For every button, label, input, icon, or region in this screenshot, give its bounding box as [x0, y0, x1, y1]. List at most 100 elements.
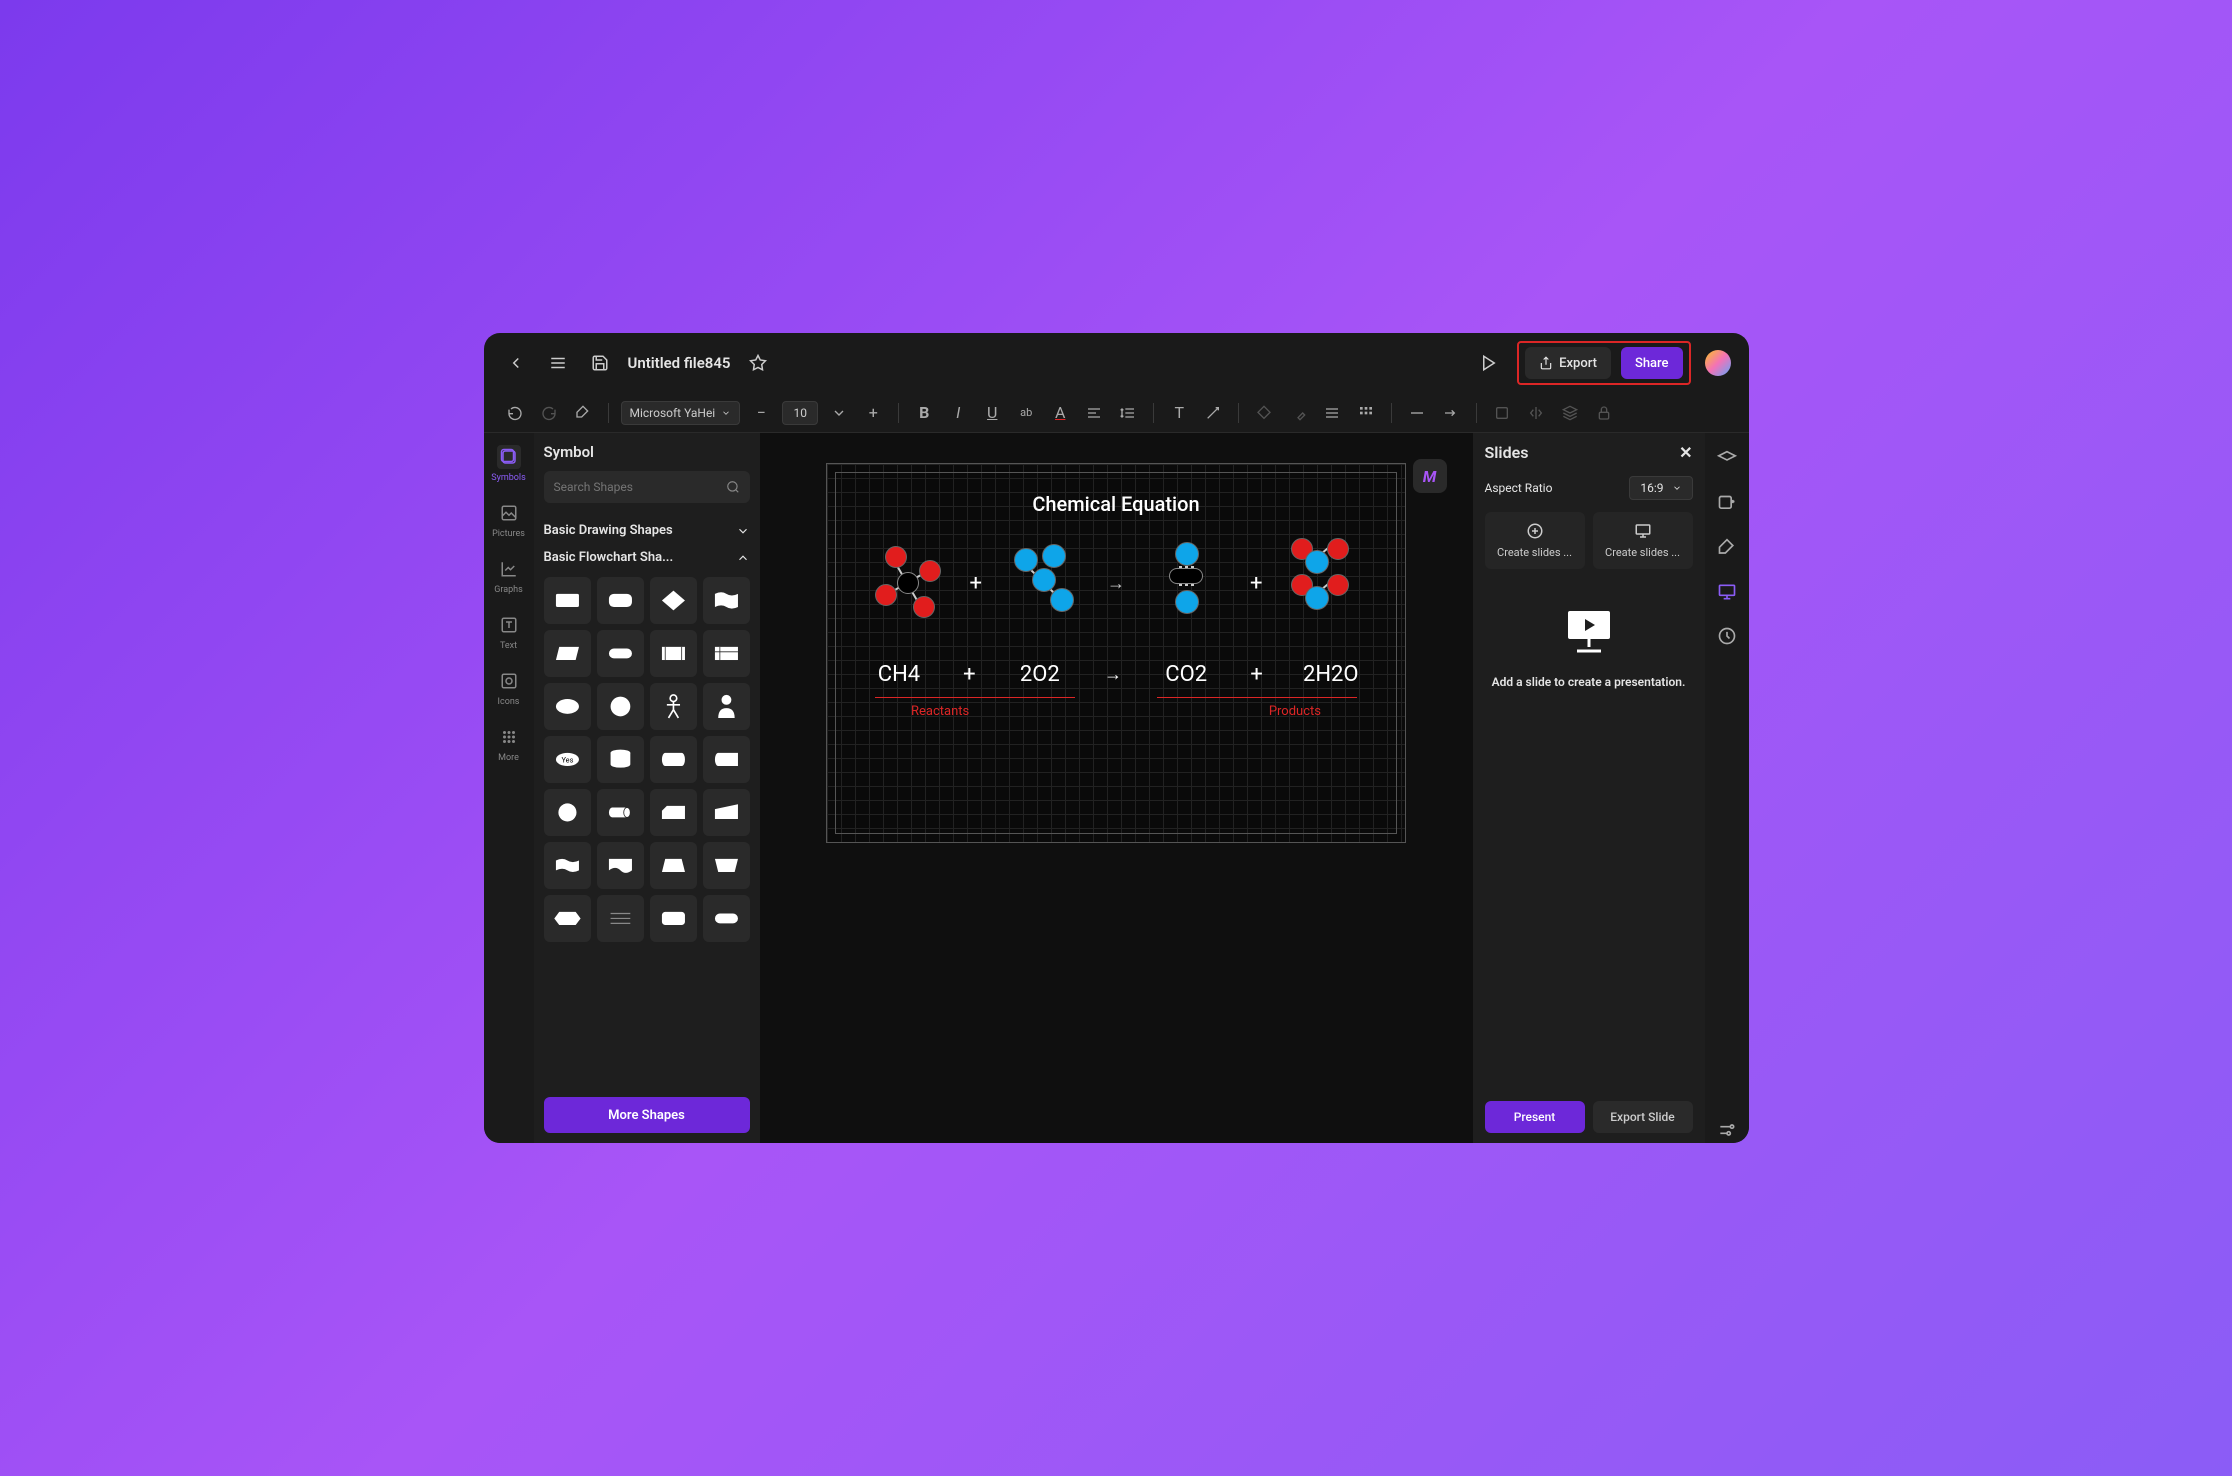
font-size-dropdown[interactable]	[826, 400, 852, 426]
aspect-ratio-select[interactable]: 16:9	[1629, 476, 1692, 500]
lines-button[interactable]	[1319, 400, 1345, 426]
rr-slides[interactable]	[1714, 579, 1740, 605]
main-area: Symbols Pictures Graphs Text Icons More …	[484, 433, 1749, 1143]
grid-button[interactable]	[1353, 400, 1379, 426]
equation-row: CH4 + 2O2 → CO2 + 2H2O	[861, 662, 1371, 687]
save-icon[interactable]	[586, 349, 614, 377]
shape-rounded-rect[interactable]	[597, 577, 644, 624]
rr-style[interactable]	[1714, 535, 1740, 561]
align-button[interactable]	[1081, 400, 1107, 426]
reactants-label: Reactants	[911, 704, 969, 719]
shape-direct-data[interactable]	[650, 736, 697, 783]
plus-op2: +	[1250, 571, 1262, 596]
strikethrough-button[interactable]: ab	[1013, 400, 1039, 426]
present-button[interactable]: Present	[1485, 1101, 1585, 1133]
font-size-input[interactable]: 10	[782, 401, 818, 425]
flip-button[interactable]	[1523, 400, 1549, 426]
shape-terminator[interactable]	[597, 630, 644, 677]
shape-person[interactable]	[703, 683, 750, 730]
slide-canvas[interactable]: Chemical Equation	[826, 463, 1406, 843]
text-tool-button[interactable]: T	[1166, 400, 1192, 426]
highlight-button[interactable]	[1285, 400, 1311, 426]
line-style-button[interactable]	[1404, 400, 1430, 426]
shape-circle2[interactable]	[544, 789, 591, 836]
play-button[interactable]	[1475, 349, 1503, 377]
shape-search[interactable]	[544, 471, 750, 503]
redo-button[interactable]	[536, 400, 562, 426]
shape-wave2[interactable]	[597, 842, 644, 889]
section-basic-flowchart[interactable]: Basic Flowchart Sha...	[544, 544, 750, 571]
rail-pictures[interactable]: Pictures	[489, 501, 529, 539]
shape-predefined[interactable]	[650, 630, 697, 677]
shape-list[interactable]	[597, 895, 644, 942]
slides-panel: Slides ✕ Aspect Ratio 16:9 Create slides…	[1473, 433, 1705, 1143]
shape-pill[interactable]	[703, 895, 750, 942]
export-slide-button[interactable]: Export Slide	[1593, 1101, 1693, 1133]
close-panel-button[interactable]: ✕	[1679, 443, 1692, 462]
shape-actor[interactable]	[650, 683, 697, 730]
layer-button[interactable]	[1557, 400, 1583, 426]
rail-text[interactable]: Text	[489, 613, 529, 651]
rr-history[interactable]	[1714, 623, 1740, 649]
shape-stored-data[interactable]	[703, 736, 750, 783]
shape-grid: Yes	[544, 577, 750, 942]
font-increase-button[interactable]: +	[860, 400, 886, 426]
more-shapes-button[interactable]: More Shapes	[544, 1097, 750, 1133]
rail-graphs[interactable]: Graphs	[489, 557, 529, 595]
rail-more[interactable]: More	[489, 725, 529, 763]
fill-button[interactable]	[1251, 400, 1277, 426]
shape-parallelogram[interactable]	[544, 630, 591, 677]
shape-ellipse[interactable]	[544, 683, 591, 730]
shape-trap2[interactable]	[703, 842, 750, 889]
shape-circle[interactable]	[597, 683, 644, 730]
font-decrease-button[interactable]: −	[748, 400, 774, 426]
canvas-area[interactable]: M Chemical Equation	[760, 433, 1473, 1143]
rail-icons[interactable]: Icons	[489, 669, 529, 707]
shape-cylinder-h[interactable]	[597, 789, 644, 836]
shape-trap1[interactable]	[650, 842, 697, 889]
shape-internal-storage[interactable]	[703, 630, 750, 677]
shape-diamond[interactable]	[650, 577, 697, 624]
eq-co2: CO2	[1162, 662, 1210, 687]
shape-yes-ellipse[interactable]: Yes	[544, 736, 591, 783]
rr-add[interactable]	[1714, 491, 1740, 517]
products-underline	[1157, 697, 1357, 698]
font-select[interactable]: Microsoft YaHei	[621, 401, 741, 425]
shape-cylinder[interactable]	[597, 736, 644, 783]
back-button[interactable]	[502, 349, 530, 377]
chevron-down-icon	[1672, 483, 1682, 493]
filename[interactable]: Untitled file845	[628, 354, 731, 372]
shape-rect[interactable]	[544, 577, 591, 624]
menu-button[interactable]	[544, 349, 572, 377]
shape-card[interactable]	[650, 789, 697, 836]
molecule-row: + →	[861, 538, 1371, 628]
section-basic-drawing[interactable]: Basic Drawing Shapes	[544, 517, 750, 544]
bold-button[interactable]: B	[911, 400, 937, 426]
connector-button[interactable]	[1200, 400, 1226, 426]
user-avatar[interactable]	[1705, 350, 1731, 376]
rr-theme[interactable]	[1714, 447, 1740, 473]
format-painter-button[interactable]	[570, 400, 596, 426]
shape-hexagon[interactable]	[544, 895, 591, 942]
shape-wave1[interactable]	[544, 842, 591, 889]
shape-search-input[interactable]	[554, 480, 726, 494]
arrow-style-button[interactable]	[1438, 400, 1464, 426]
create-slides-button-2[interactable]: Create slides ...	[1593, 512, 1693, 569]
rail-symbols[interactable]: Symbols	[489, 445, 529, 483]
shape-rounded-rect2[interactable]	[650, 895, 697, 942]
shape-manual-input[interactable]	[703, 789, 750, 836]
line-spacing-button[interactable]	[1115, 400, 1141, 426]
share-button[interactable]: Share	[1621, 347, 1683, 379]
lock-button[interactable]	[1591, 400, 1617, 426]
aspect-ratio-label: Aspect Ratio	[1485, 481, 1553, 495]
shape-button[interactable]	[1489, 400, 1515, 426]
underline-button[interactable]: U	[979, 400, 1005, 426]
star-button[interactable]	[744, 349, 772, 377]
italic-button[interactable]: I	[945, 400, 971, 426]
export-button[interactable]: Export	[1525, 347, 1611, 379]
shape-flag[interactable]	[703, 577, 750, 624]
rr-settings[interactable]	[1714, 1117, 1740, 1143]
text-color-button[interactable]: A	[1047, 400, 1073, 426]
create-slides-button-1[interactable]: Create slides ...	[1485, 512, 1585, 569]
undo-button[interactable]	[502, 400, 528, 426]
